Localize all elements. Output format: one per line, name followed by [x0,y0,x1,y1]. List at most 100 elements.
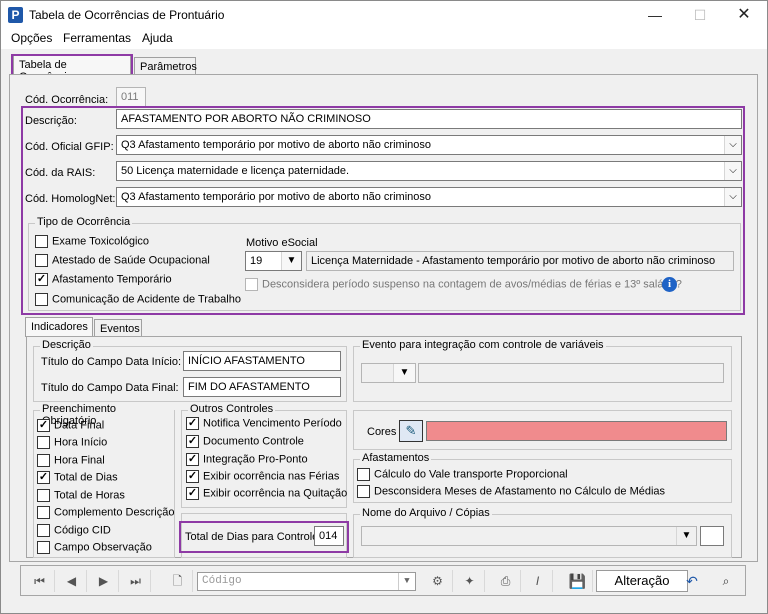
req-hora-final[interactable]: Hora Final [37,454,105,467]
arquivo-field[interactable]: ▼ [361,526,697,546]
first-record-icon[interactable]: ⏮ [25,570,55,592]
req-codigo-cid[interactable]: Código CID [37,524,111,537]
rais-label: Cód. da RAIS: [25,167,96,179]
dropdown-arrow-icon[interactable]: ▼ [676,527,696,545]
tipo-exame-toxicologico[interactable]: Exame Toxicológico [35,235,149,248]
motivo-esocial-label: Motivo eSocial [246,237,318,249]
req-total-dias[interactable]: ✓ Total de Dias [37,471,118,484]
data-final-field[interactable]: FIM DO AFASTAMENTO [183,377,341,397]
menu-ferramentas[interactable]: Ferramentas [63,31,131,45]
cores-label: Cores [367,426,397,438]
copias-field[interactable] [700,526,724,546]
info-icon[interactable]: i [662,277,677,292]
checkmark-icon: ✓ [186,417,199,430]
tipo-atestado-saude[interactable]: Atestado de Saúde Ocupacional [35,254,210,267]
desconsidera-meses[interactable]: Desconsidera Meses de Afastamento no Cál… [357,485,665,498]
close-icon[interactable]: ✕ [727,5,761,25]
dropdown-arrow-icon[interactable]: ▼ [393,364,415,382]
gfip-label: Cód. Oficial GFIP: [25,141,114,153]
undo-icon[interactable]: ↶ [677,570,707,592]
rais-select[interactable]: 50 Licença maternidade e licença paterni… [116,161,742,181]
app-logo-icon: P [8,7,23,23]
chevron-down-icon[interactable]: ⌵ [724,188,741,206]
checkbox-icon [37,436,50,449]
dropdown-arrow-icon[interactable]: ▼ [398,573,415,590]
mode-indicator: Alteração [596,570,688,592]
checkmark-icon: ✓ [186,470,199,483]
tipo-afastamento-temporario[interactable]: ✓ Afastamento Temporário [35,273,172,286]
integracao-pro-ponto[interactable]: ✓ Integração Pro-Ponto [186,453,308,466]
exibir-ferias[interactable]: ✓ Exibir ocorrência nas Férias [186,470,339,483]
descricao-group-title: Descrição [40,339,93,351]
total-dias-label: Total de Dias para Controle: [185,531,322,543]
italic-icon[interactable]: I [523,570,553,592]
checkbox-icon [245,278,258,291]
motivo-code: 19 [250,255,263,267]
descricao-label: Descrição: [25,115,77,127]
checkbox-icon [37,524,50,537]
menu-ajuda[interactable]: Ajuda [142,31,173,45]
maximize-icon[interactable]: ☐ [683,5,717,25]
menu-opcoes[interactable]: Opções [11,31,52,45]
req-data-final[interactable]: ✓ Data Final [37,419,104,432]
evento-select[interactable]: ▼ [361,363,416,383]
minimize-icon[interactable]: — [638,5,672,25]
last-record-icon[interactable]: ⏭ [121,570,151,592]
search-field[interactable]: Código ▼ [197,572,416,591]
outros-controles-title: Outros Controles [188,403,276,415]
req-complemento[interactable]: Complemento Descrição [37,506,174,519]
exibir-quitacao[interactable]: ✓ Exibir ocorrência na Quitação [186,487,347,500]
print-icon[interactable]: ⎙ [491,570,521,592]
checkmark-icon: ✓ [37,419,50,432]
descricao-field[interactable]: AFASTAMENTO POR ABORTO NÃO CRIMINOSO [116,109,742,129]
notifica-vencimento[interactable]: ✓ Notifica Vencimento Período [186,417,342,430]
req-campo-observacao[interactable]: Campo Observação [37,541,152,554]
checkbox-icon [37,506,50,519]
dropdown-arrow-icon[interactable]: ▼ [281,252,301,270]
previous-record-icon[interactable]: ◀ [57,570,87,592]
next-record-icon[interactable]: ▶ [89,570,119,592]
afastamentos-title: Afastamentos [360,452,432,464]
tipo-comunicacao-acidente[interactable]: Comunicação de Acidente de Trabalho [35,293,241,306]
checkbox-icon [35,293,48,306]
gfip-select[interactable]: Q3 Afastamento temporário por motivo de … [116,135,742,155]
homolognet-label: Cód. HomologNet: [25,193,116,205]
checkbox-icon [35,254,48,267]
rais-value: 50 Licença maternidade e licença paterni… [121,165,350,177]
documento-controle[interactable]: ✓ Documento Controle [186,435,304,448]
cod-ocorrencia-label: Cód. Ocorrência: [25,94,109,106]
checkmark-icon: ✓ [186,453,199,466]
binoculars-icon[interactable]: ⌕ [711,570,741,592]
checkbox-icon [357,468,370,481]
calculo-vale-transporte[interactable]: Cálculo do Vale transporte Proporcional [357,468,568,481]
save-icon[interactable]: 💾 [563,570,593,592]
checkbox-icon [37,489,50,502]
motivo-description: Licença Maternidade - Afastamento tempor… [306,251,734,271]
color-swatch[interactable] [426,421,727,441]
req-total-horas[interactable]: Total de Horas [37,489,125,502]
checkbox-icon [37,541,50,554]
tab-eventos[interactable]: Eventos [94,319,142,337]
homolognet-select[interactable]: Q3 Afastamento temporário por motivo de … [116,187,742,207]
checkmark-icon: ✓ [35,273,48,286]
gfip-value: Q3 Afastamento temporário por motivo de … [121,139,431,151]
motivo-esocial-select[interactable]: 19 ▼ [245,251,302,271]
req-hora-inicio[interactable]: Hora Início [37,436,107,449]
new-document-icon[interactable]: 🗋 [163,570,193,592]
tab-parametros[interactable]: Parâmetros [134,57,197,75]
color-picker-icon[interactable]: ✎ [399,420,423,442]
arquivo-title: Nome do Arquivo / Cópias [360,507,492,519]
tab-indicadores[interactable]: Indicadores [25,317,93,337]
settings-icon[interactable]: ✦ [455,570,485,592]
checkmark-icon: ✓ [37,471,50,484]
cod-ocorrencia-field[interactable]: 011 [116,87,146,107]
chevron-down-icon[interactable]: ⌵ [724,162,741,180]
tools-icon[interactable]: ⚙ [423,570,453,592]
tab-tabela-ocorrencias[interactable]: Tabela de Ocorrências [13,55,131,83]
data-inicio-label: Título do Campo Data Início: [41,356,182,368]
desconsidera-periodo-checkbox[interactable]: Desconsidera período suspenso na contage… [245,278,682,291]
data-inicio-field[interactable]: INÍCIO AFASTAMENTO [183,351,341,371]
total-dias-field[interactable]: 014 [314,526,344,546]
homolognet-value: Q3 Afastamento temporário por motivo de … [121,191,431,203]
chevron-down-icon[interactable]: ⌵ [724,136,741,154]
